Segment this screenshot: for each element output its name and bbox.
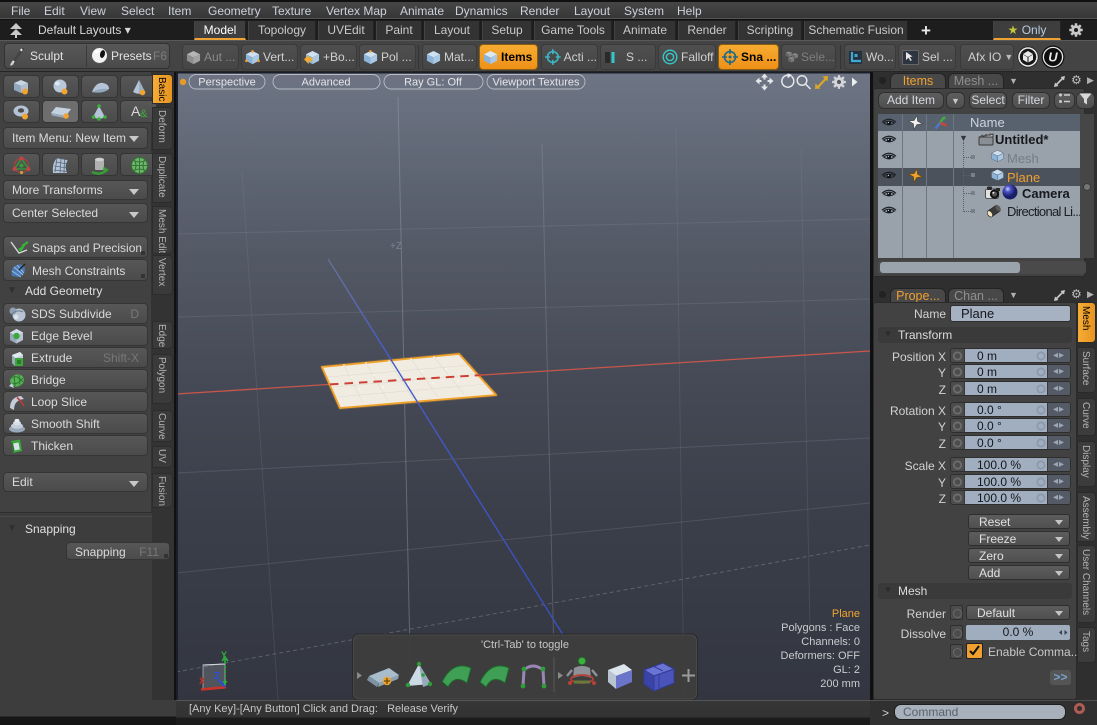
svg-text:GL: 2: GL: 2 [833, 664, 860, 676]
svg-text:Channels: 0: Channels: 0 [801, 636, 860, 648]
svg-text:Y: Y [221, 650, 227, 660]
svg-text:Ray GL: Off: Ray GL: Off [404, 77, 463, 89]
svg-text:X: X [199, 676, 205, 686]
svg-text:Plane: Plane [832, 608, 860, 620]
svg-text:Deformers: OFF: Deformers: OFF [781, 650, 861, 662]
svg-text:U: U [1048, 50, 1058, 65]
svg-text:Polygons : Face: Polygons : Face [781, 622, 860, 634]
svg-text:Perspective: Perspective [198, 77, 255, 89]
svg-text:Advanced: Advanced [302, 77, 351, 89]
svg-text:Viewport Textures: Viewport Textures [492, 77, 580, 89]
svg-text:+Z: +Z [390, 241, 402, 252]
svg-text:'Ctrl-Tab' to toggle: 'Ctrl-Tab' to toggle [481, 639, 569, 651]
svg-text:200 mm: 200 mm [820, 678, 860, 690]
